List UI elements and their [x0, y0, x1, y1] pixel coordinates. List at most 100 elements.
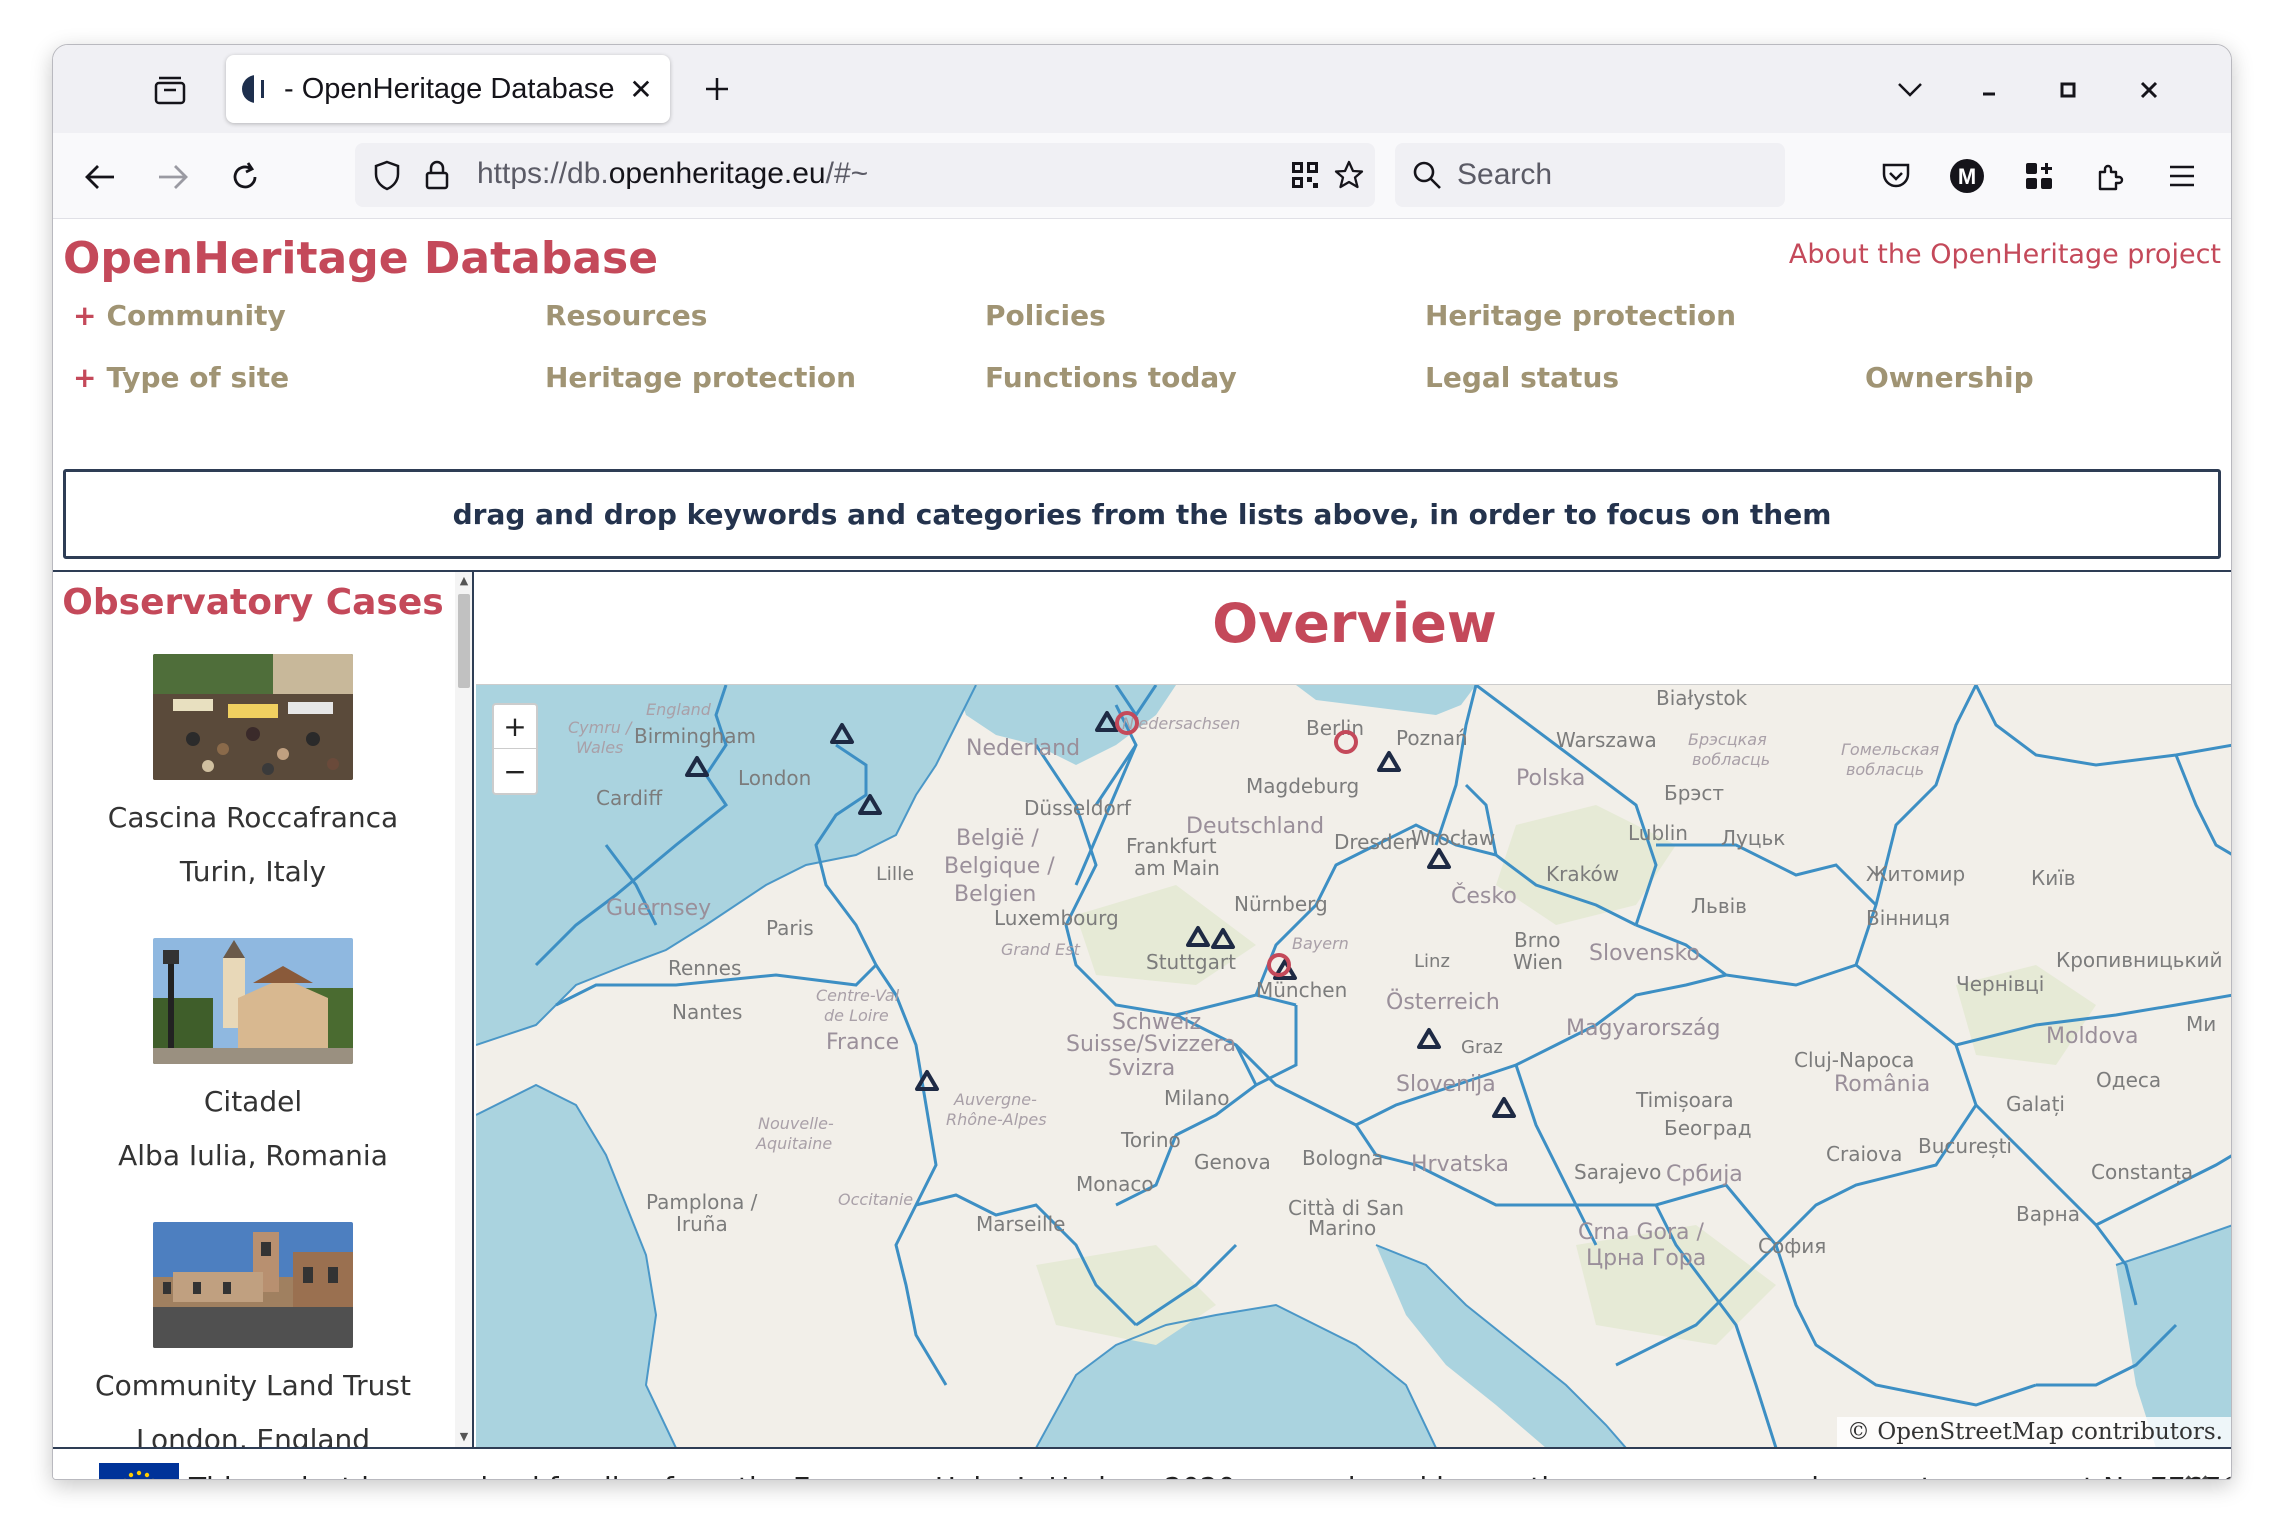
- svg-text:Aquitaine: Aquitaine: [755, 1134, 832, 1153]
- scroll-down-arrow[interactable]: ▼: [457, 1430, 471, 1444]
- tab-close-icon[interactable]: ✕: [626, 73, 656, 106]
- navigation-toolbar: https://db.openheritage.eu/#~ Search M: [53, 133, 2231, 219]
- account-avatar-icon: M: [1950, 159, 1984, 193]
- tracking-protection-button[interactable]: [369, 157, 405, 193]
- svg-text:Torino: Torino: [1120, 1128, 1181, 1152]
- scroll-up-arrow[interactable]: ▲: [457, 574, 471, 588]
- site-info-button[interactable]: [419, 157, 455, 193]
- funding-close-button[interactable]: [2177, 1467, 2217, 1479]
- case-location: London, England: [135, 1423, 371, 1448]
- svg-text:Linz: Linz: [1414, 951, 1450, 972]
- account-button[interactable]: M: [1944, 153, 1990, 199]
- sidebar-scrollbar[interactable]: ▲ ▼: [455, 572, 472, 1447]
- zoom-in-button[interactable]: +: [494, 705, 536, 749]
- funding-text: This project has received funding from t…: [189, 1471, 2231, 1479]
- site-title[interactable]: OpenHeritage Database: [63, 233, 658, 284]
- qr-code-button[interactable]: [1287, 157, 1323, 193]
- reload-button[interactable]: [221, 153, 269, 201]
- svg-text:вобласць: вобласць: [1692, 750, 1770, 769]
- url-bar[interactable]: https://db.openheritage.eu/#~: [355, 143, 1375, 207]
- case-item[interactable]: Community Land Trust London, England: [53, 1222, 453, 1447]
- url-text[interactable]: https://db.openheritage.eu/#~: [477, 157, 868, 191]
- category-type-of-site[interactable]: + Type of site: [73, 361, 289, 394]
- svg-text:Wien: Wien: [1513, 950, 1563, 974]
- svg-text:Slovenija: Slovenija: [1396, 1072, 1496, 1097]
- svg-text:Београд: Београд: [1664, 1116, 1752, 1140]
- expand-plus-icon[interactable]: +: [73, 361, 96, 394]
- svg-text:Occitanie: Occitanie: [838, 1190, 913, 1209]
- zoom-out-button[interactable]: −: [494, 749, 536, 793]
- close-icon: [2140, 81, 2158, 99]
- back-button[interactable]: [76, 153, 124, 201]
- overview-map[interactable]: Birmingham England Cymru / Wales Cardiff…: [476, 684, 2232, 1447]
- map-attribution[interactable]: © OpenStreetMap contributors.: [1837, 1417, 2231, 1447]
- category-community[interactable]: + Community: [73, 299, 286, 332]
- pocket-button[interactable]: [1873, 153, 1919, 199]
- about-project-link[interactable]: About the OpenHeritage project: [1789, 239, 2221, 270]
- svg-text:Crna Gora /: Crna Gora /: [1578, 1220, 1704, 1245]
- new-tab-button[interactable]: [695, 67, 739, 111]
- svg-text:Timișoara: Timișoara: [1635, 1088, 1734, 1112]
- svg-text:Constanța: Constanța: [2091, 1160, 2193, 1184]
- keyword-ownership[interactable]: Ownership: [1865, 361, 2034, 394]
- svg-text:Guernsey: Guernsey: [606, 896, 711, 921]
- browser-window: - OpenHeritage Database ✕ https://db.ope…: [52, 44, 2232, 1480]
- tab-list-icon: [154, 76, 186, 105]
- search-bar[interactable]: Search: [1395, 143, 1785, 207]
- keyword-drop-zone[interactable]: drag and drop keywords and categories fr…: [63, 469, 2221, 559]
- minimize-button[interactable]: [1966, 67, 2012, 113]
- search-input[interactable]: Search: [1457, 158, 1552, 192]
- case-name[interactable]: Community Land Trust: [53, 1370, 453, 1402]
- svg-text:Вінниця: Вінниця: [1866, 906, 1950, 930]
- overview-title: Overview: [1212, 592, 1497, 655]
- svg-text:Graz: Graz: [1461, 1037, 1503, 1058]
- keyword-legal-status[interactable]: Legal status: [1425, 361, 1619, 394]
- extensions-grid-button[interactable]: [2016, 153, 2062, 199]
- close-window-button[interactable]: [2126, 67, 2172, 113]
- case-name[interactable]: Cascina Roccafranca: [53, 802, 453, 834]
- svg-text:Одеса: Одеса: [2096, 1068, 2161, 1092]
- svg-text:Nouvelle-: Nouvelle-: [758, 1114, 834, 1133]
- category-heritage-protection[interactable]: Heritage protection: [1425, 299, 1736, 332]
- category-policies[interactable]: Policies: [985, 299, 1106, 332]
- svg-text:Suisse/Svizzera: Suisse/Svizzera: [1066, 1032, 1236, 1057]
- svg-text:Луцьк: Луцьк: [1721, 826, 1785, 850]
- tab-openheritage[interactable]: - OpenHeritage Database ✕: [226, 55, 670, 123]
- svg-text:Marino: Marino: [1308, 1216, 1376, 1240]
- svg-text:Rhône-Alpes: Rhône-Alpes: [946, 1110, 1047, 1129]
- case-item[interactable]: Cascina Roccafranca Turin, Italy: [53, 654, 453, 888]
- keyword-functions-today[interactable]: Functions today: [985, 361, 1237, 394]
- svg-text:Wales: Wales: [576, 738, 623, 757]
- case-item[interactable]: Citadel Alba Iulia, Romania: [53, 938, 453, 1172]
- svg-text:Hrvatska: Hrvatska: [1411, 1152, 1509, 1177]
- bookmark-button[interactable]: [1331, 157, 1367, 193]
- svg-text:Гомельская: Гомельская: [1841, 740, 1940, 759]
- hamburger-menu-icon: [2170, 165, 2194, 187]
- maximize-button[interactable]: [2045, 67, 2091, 113]
- scroll-thumb[interactable]: [458, 594, 470, 688]
- menu-button[interactable]: [2159, 153, 2205, 199]
- expand-plus-icon[interactable]: +: [73, 299, 96, 332]
- extensions-button[interactable]: [2087, 153, 2133, 199]
- forward-button[interactable]: [149, 153, 197, 201]
- svg-text:Kraków: Kraków: [1546, 862, 1619, 886]
- case-thumbnail-cascina[interactable]: [153, 654, 353, 780]
- qr-code-icon: [1292, 162, 1318, 188]
- tab-list-button[interactable]: [147, 67, 193, 113]
- map-canvas[interactable]: Birmingham England Cymru / Wales Cardiff…: [476, 685, 2232, 1447]
- case-name[interactable]: Citadel: [53, 1086, 453, 1118]
- svg-text:Luxembourg: Luxembourg: [994, 906, 1119, 930]
- case-thumbnail-citadel[interactable]: [153, 938, 353, 1064]
- list-all-tabs-button[interactable]: [1888, 67, 1932, 111]
- svg-text:Magyarország: Magyarország: [1566, 1016, 1720, 1041]
- case-thumbnail-clt[interactable]: [153, 1222, 353, 1348]
- svg-text:Marseille: Marseille: [976, 1212, 1065, 1236]
- funding-banner: This project has received funding from t…: [53, 1447, 2231, 1479]
- svg-text:Львів: Львів: [1691, 894, 1747, 918]
- category-resources[interactable]: Resources: [545, 299, 707, 332]
- svg-text:Auvergne-: Auvergne-: [953, 1090, 1037, 1109]
- svg-text:England: England: [646, 700, 712, 719]
- keyword-heritage-protection[interactable]: Heritage protection: [545, 361, 856, 394]
- svg-text:Düsseldorf: Düsseldorf: [1024, 796, 1132, 820]
- svg-text:Česko: Česko: [1451, 883, 1517, 909]
